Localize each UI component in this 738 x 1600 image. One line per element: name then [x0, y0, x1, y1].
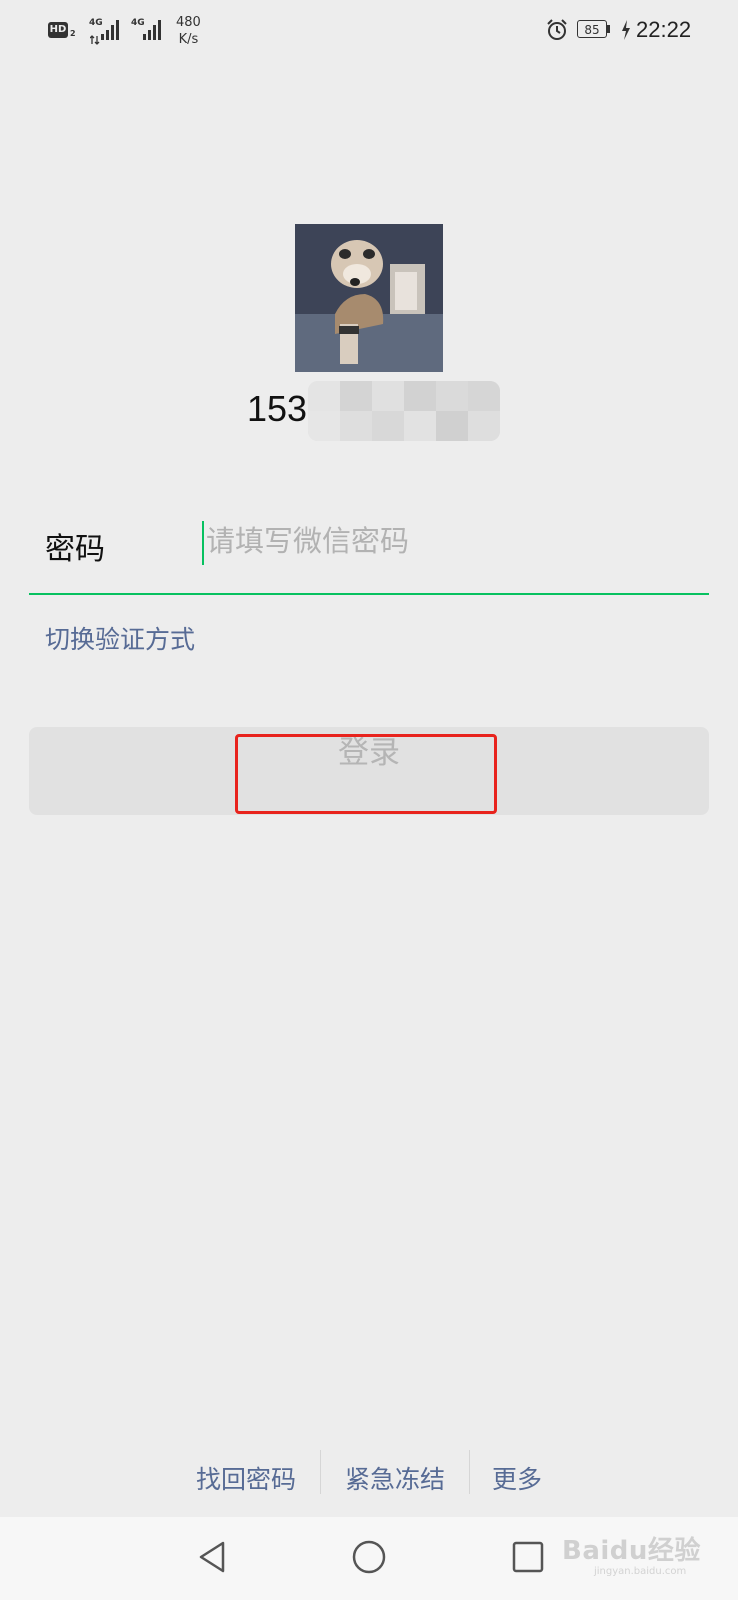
- recents-icon[interactable]: [508, 1537, 548, 1577]
- speed-value: 480: [176, 15, 201, 30]
- network-speed: 480 K/s: [176, 14, 201, 48]
- data-arrows-icon: [89, 30, 100, 49]
- highlight-annotation-box: [235, 734, 497, 814]
- alarm-icon: [545, 18, 569, 46]
- password-label: 密码: [45, 532, 105, 567]
- emergency-freeze-link[interactable]: 紧急冻结: [345, 1460, 445, 1496]
- signal-icon: [143, 20, 165, 42]
- hd-sim-index: 2: [70, 29, 76, 38]
- link-divider: [469, 1450, 470, 1494]
- recover-password-link[interactable]: 找回密码: [196, 1460, 296, 1496]
- speed-unit: K/s: [178, 32, 199, 47]
- home-icon[interactable]: [349, 1537, 389, 1577]
- link-divider: [320, 1450, 321, 1494]
- account-mosaic: [308, 381, 500, 441]
- switch-verification-link[interactable]: 切换验证方式: [45, 620, 195, 656]
- signal-icon: [101, 20, 123, 42]
- password-input[interactable]: [202, 516, 702, 566]
- password-underline: [29, 593, 709, 595]
- user-avatar: [295, 224, 443, 372]
- charging-icon: [621, 20, 631, 44]
- more-link[interactable]: 更多: [492, 1460, 542, 1496]
- status-bar: HD 2 4G 4G 480 K/s 85 22:22: [0, 0, 738, 62]
- clock: 22:22: [636, 17, 692, 42]
- battery-tip: [607, 25, 610, 33]
- watermark-brand: Baidu经验: [562, 1536, 701, 1566]
- battery-icon: 85: [577, 20, 607, 38]
- text-cursor: [202, 521, 204, 565]
- hd-voice-badge: HD: [48, 22, 68, 38]
- back-icon[interactable]: [193, 1537, 233, 1577]
- watermark-url: jingyan.baidu.com: [594, 1566, 687, 1577]
- account-phone-prefix: 153: [247, 388, 308, 429]
